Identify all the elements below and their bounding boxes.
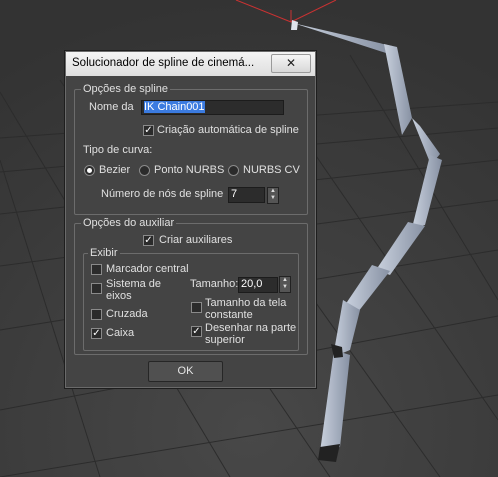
name-input[interactable]: IK Chain001 xyxy=(141,100,284,115)
box-checkbox[interactable]: ✓ xyxy=(91,328,102,339)
cross-label: Cruzada xyxy=(106,308,148,320)
cross-checkbox[interactable] xyxy=(91,309,102,320)
curve-type-label: Tipo de curva: xyxy=(83,144,153,156)
draw-on-top-checkbox[interactable]: ✓ xyxy=(191,326,202,337)
nodes-spinner[interactable]: ▲ ▼ xyxy=(267,187,279,204)
create-helpers-checkbox[interactable]: ✓ xyxy=(143,235,154,246)
nodes-value: 7 xyxy=(231,188,238,200)
spline-options-title: Opções de spline xyxy=(81,83,170,95)
auto-create-label: Criação automática de spline xyxy=(157,124,299,136)
name-value: IK Chain001 xyxy=(144,101,205,113)
nurbs-cv-label: NURBS CV xyxy=(243,164,300,176)
close-icon: ✕ xyxy=(285,56,297,70)
size-value: 20,0 xyxy=(241,278,263,290)
nodes-input[interactable]: 7 xyxy=(228,187,265,203)
size-spinner[interactable]: ▲ ▼ xyxy=(279,276,291,293)
display-group: Exibir Marcador central Sistema de eixos… xyxy=(83,247,299,351)
draw-on-top-label: Desenhar na parte superior xyxy=(205,322,297,346)
size-label: Tamanho: xyxy=(190,278,239,290)
helper-options-group: Opções do auxiliar ✓ Criar auxiliares Ex… xyxy=(74,217,308,355)
nurbs-cv-radio[interactable] xyxy=(228,165,239,176)
center-marker-checkbox[interactable] xyxy=(91,264,102,275)
spline-ik-dialog: Solucionador de spline de cinemá... ✕ Op… xyxy=(64,50,317,389)
name-label: Nome da xyxy=(89,101,134,113)
spinner-down-icon[interactable]: ▼ xyxy=(280,284,290,291)
bezier-label: Bezier xyxy=(99,164,131,176)
title-bar[interactable]: Solucionador de spline de cinemá... ✕ xyxy=(66,52,315,76)
size-input[interactable]: 20,0 xyxy=(238,277,278,293)
box-label: Caixa xyxy=(106,327,135,339)
create-helpers-label: Criar auxiliares xyxy=(159,234,233,246)
center-marker-label: Marcador central xyxy=(106,263,189,275)
axis-tripod-checkbox[interactable] xyxy=(91,283,102,294)
helper-options-title: Opções do auxiliar xyxy=(81,217,177,229)
display-title: Exibir xyxy=(88,247,120,259)
spinner-up-icon[interactable]: ▲ xyxy=(268,188,278,195)
axis-tripod-label: Sistema de eixos xyxy=(106,278,162,302)
close-button[interactable]: ✕ xyxy=(271,54,311,73)
nurbs-point-radio[interactable] xyxy=(139,165,150,176)
spline-options-group: Opções de spline Nome da IK Chain001 ✓ C… xyxy=(74,83,308,215)
dialog-title: Solucionador de spline de cinemá... xyxy=(72,57,255,69)
ok-button[interactable]: OK xyxy=(148,361,223,382)
constant-screen-checkbox[interactable] xyxy=(191,302,202,313)
constant-screen-label: Tamanho da tela constante xyxy=(205,297,287,321)
auto-create-checkbox[interactable]: ✓ xyxy=(143,125,154,136)
nodes-label: Número de nós de spline xyxy=(101,188,224,200)
spinner-down-icon[interactable]: ▼ xyxy=(268,195,278,202)
spinner-up-icon[interactable]: ▲ xyxy=(280,277,290,284)
bezier-radio[interactable] xyxy=(84,165,95,176)
nurbs-point-label: Ponto NURBS xyxy=(154,164,225,176)
